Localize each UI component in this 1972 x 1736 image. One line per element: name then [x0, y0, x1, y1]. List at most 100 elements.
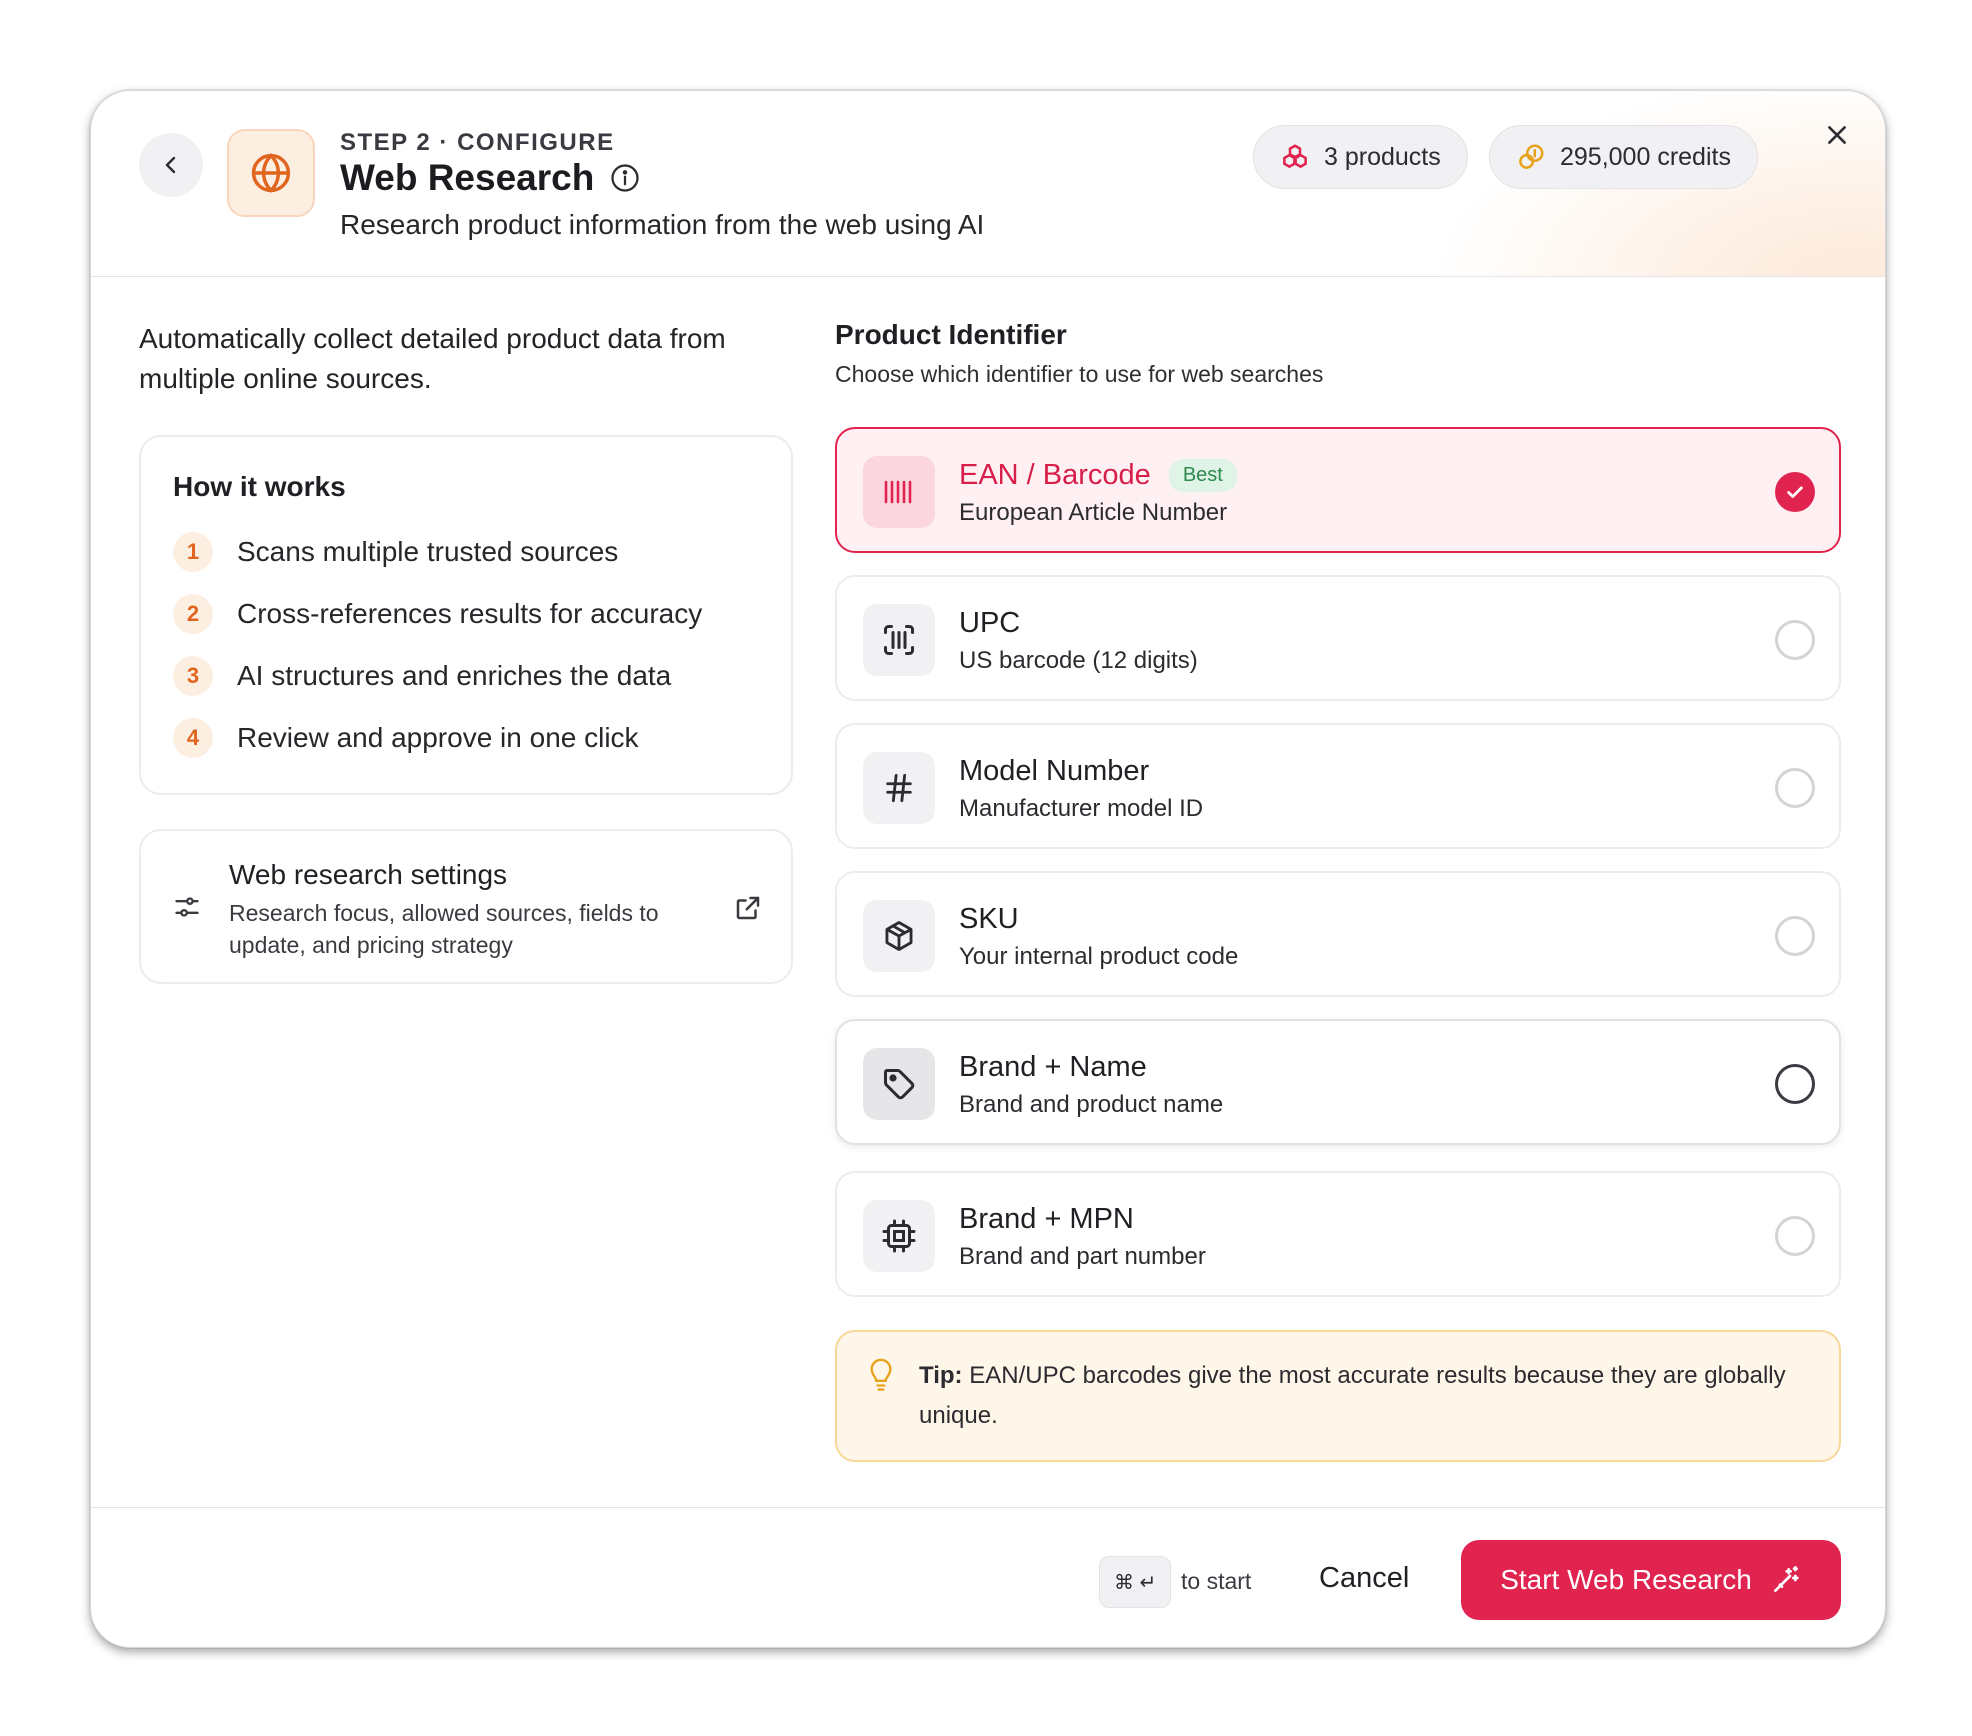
how-it-works-title: How it works [173, 471, 346, 502]
background-text [380, 78, 680, 88]
option-label-text: Brand + MPN [959, 1203, 1134, 1235]
option-sku[interactable]: SKU Your internal product code [835, 871, 1841, 997]
step-text: Scans multiple trusted sources [237, 536, 619, 567]
right-column: Product Identifier Choose which identifi… [835, 277, 1841, 1462]
option-upc[interactable]: UPC US barcode (12 digits) [835, 575, 1841, 701]
hash-icon [886, 773, 912, 803]
how-step: 4 Review and approve in one click [173, 707, 759, 769]
tip-box: Tip: EAN/UPC barcodes give the most accu… [835, 1330, 1841, 1462]
how-step: 2 Cross-references results for accuracy [173, 583, 759, 645]
package-icon-box [863, 900, 935, 972]
products-count-pill[interactable]: 3 products [1253, 125, 1468, 189]
option-label-text: Brand + Name [959, 1051, 1147, 1083]
option-brand-mpn[interactable]: Brand + MPN Brand and part number [835, 1171, 1841, 1297]
lightbulb-icon [870, 1358, 892, 1391]
start-web-research-button[interactable]: Start Web Research [1461, 1540, 1841, 1620]
option-label: SKU [959, 903, 1019, 936]
web-research-modal: STEP 2 · CONFIGURE Web Research Research… [90, 90, 1886, 1648]
step-number: 1 [173, 532, 213, 572]
option-label: Model Number [959, 755, 1149, 788]
tag-icon [884, 1069, 915, 1100]
option-model-number[interactable]: Model Number Manufacturer model ID [835, 723, 1841, 849]
step-number: 4 [173, 718, 213, 758]
radio-unchecked[interactable] [1775, 768, 1815, 808]
option-description: Your internal product code [959, 943, 1239, 970]
page-title-text: Web Research [340, 157, 595, 198]
best-badge: Best [1168, 459, 1237, 492]
credits-pill[interactable]: 295,000 credits [1489, 125, 1758, 189]
option-label-text: EAN / Barcode [959, 459, 1151, 491]
option-ean-barcode[interactable]: EAN / Barcode Best European Article Numb… [835, 427, 1841, 553]
products-count-label: 3 products [1324, 142, 1441, 171]
how-step: 1 Scans multiple trusted sources [173, 521, 759, 583]
start-button-label: Start Web Research [1500, 1564, 1752, 1595]
option-brand-name[interactable]: Brand + Name Brand and product name [835, 1019, 1841, 1145]
close-button[interactable] [1817, 115, 1857, 155]
globe-icon-box [227, 129, 315, 217]
settings-title: Web research settings [229, 859, 508, 890]
tag-icon-box [863, 1048, 935, 1120]
package-icon [885, 921, 913, 951]
left-column: Automatically collect detailed product d… [139, 277, 793, 984]
page-subtitle: Research product information from the we… [340, 209, 985, 240]
how-step: 3 AI structures and enriches the data [173, 645, 759, 707]
products-icon [1283, 144, 1307, 169]
globe-icon [251, 153, 291, 193]
option-description: Manufacturer model ID [959, 795, 1204, 822]
hash-icon-box [863, 752, 935, 824]
option-description: Brand and part number [959, 1243, 1206, 1270]
option-label: UPC [959, 607, 1020, 640]
chevron-left-icon [165, 156, 176, 174]
tip-text: Tip: EAN/UPC barcodes give the most accu… [919, 1356, 1799, 1436]
coins-icon [1519, 144, 1544, 169]
chip-icon [882, 1219, 916, 1253]
option-label: EAN / Barcode Best [959, 459, 1237, 492]
option-description: European Article Number [959, 499, 1228, 526]
modal-header: STEP 2 · CONFIGURE Web Research Research… [91, 91, 1885, 277]
keyboard-shortcut: ⌘ ↵ [1099, 1556, 1172, 1608]
shortcut-hint: to start [1181, 1568, 1252, 1594]
option-description: US barcode (12 digits) [959, 647, 1198, 674]
option-label-text: UPC [959, 607, 1021, 639]
sliders-icon [175, 897, 199, 917]
check-icon [1787, 486, 1803, 498]
product-identifier-title: Product Identifier [835, 319, 1067, 350]
barcode-icon-box [863, 456, 935, 528]
credits-label: 295,000 credits [1560, 142, 1731, 171]
tip-label: Tip: [919, 1362, 963, 1389]
step-text: AI structures and enriches the data [237, 660, 672, 691]
option-label-text: Model Number [959, 755, 1150, 787]
step-text: Cross-references results for accuracy [237, 598, 703, 629]
web-research-settings-card[interactable]: Web research settings Research focus, al… [139, 829, 793, 984]
step-indicator: STEP 2 · CONFIGURE [340, 129, 615, 156]
magic-wand-icon [1773, 1566, 1799, 1592]
external-link-icon[interactable] [733, 893, 763, 923]
scan-barcode-icon [884, 625, 914, 655]
step-number: 3 [173, 656, 213, 696]
info-icon[interactable] [610, 163, 640, 193]
back-button[interactable] [139, 133, 203, 197]
product-identifier-subtitle: Choose which identifier to use for web s… [835, 361, 1324, 387]
scan-barcode-icon-box [863, 604, 935, 676]
settings-description: Research focus, allowed sources, fields … [229, 900, 659, 958]
step-text: Review and approve in one click [237, 722, 639, 753]
option-label: Brand + MPN [959, 1203, 1134, 1236]
option-description: Brand and product name [959, 1091, 1224, 1118]
chip-icon-box [863, 1200, 935, 1272]
radio-unchecked[interactable] [1775, 916, 1815, 956]
modal-footer: ⌘ ↵ to start Cancel Start Web Research [91, 1507, 1885, 1647]
how-it-works-card: How it works 1 Scans multiple trusted so… [139, 435, 793, 795]
tip-body: EAN/UPC barcodes give the most accurate … [919, 1362, 1786, 1429]
intro-text: Automatically collect detailed product d… [139, 323, 726, 394]
page-title: Web Research [340, 157, 640, 199]
step-number: 2 [173, 594, 213, 634]
barcode-icon [884, 480, 912, 504]
radio-unchecked[interactable] [1775, 1064, 1815, 1104]
close-icon [1828, 126, 1846, 144]
radio-checked[interactable] [1775, 472, 1815, 512]
option-label: Brand + Name [959, 1051, 1147, 1084]
cancel-button[interactable]: Cancel [1319, 1562, 1409, 1595]
option-label-text: SKU [959, 903, 1019, 935]
radio-unchecked[interactable] [1775, 1216, 1815, 1256]
radio-unchecked[interactable] [1775, 620, 1815, 660]
